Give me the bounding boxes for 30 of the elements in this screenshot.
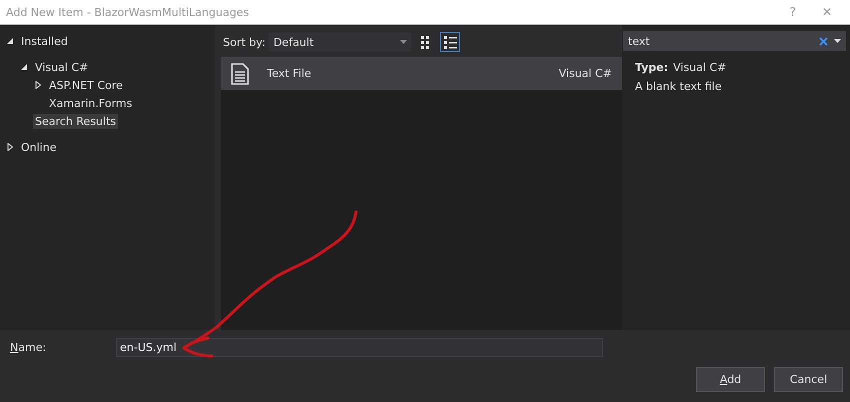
list-view-button[interactable] <box>440 32 460 52</box>
sort-label: Sort by: <box>223 36 266 48</box>
dropdown-caret-icon[interactable] <box>834 39 841 43</box>
tree-item[interactable]: Xamarin.Forms <box>47 96 134 110</box>
tree-item[interactable]: Online <box>19 140 58 154</box>
name-field[interactable]: en-US.yml <box>116 338 603 357</box>
search-field[interactable]: text <box>623 31 846 51</box>
document-icon <box>231 62 249 84</box>
collapsed-icon[interactable] <box>34 81 42 89</box>
add-button[interactable]: Add <box>696 367 765 392</box>
name-label: Name: <box>9 341 48 354</box>
expanded-icon[interactable] <box>20 63 28 71</box>
template-name: Text File <box>267 67 312 80</box>
expanded-icon[interactable] <box>6 37 14 45</box>
cancel-button[interactable]: Cancel <box>774 367 843 392</box>
sort-dropdown[interactable]: Default <box>269 33 412 51</box>
window-title: Add New Item - BlazorWasmMultiLanguages <box>6 6 249 18</box>
list-icon <box>442 34 458 50</box>
template-language: Visual C# <box>558 67 612 80</box>
tree-item[interactable]: Installed <box>19 34 70 48</box>
type-label: Type: <box>635 61 668 74</box>
template-description: A blank text file <box>634 80 723 93</box>
tree-item[interactable]: Search Results <box>33 114 118 128</box>
template-row[interactable]: Text File Visual C# <box>221 57 622 90</box>
collapsed-icon[interactable] <box>6 143 14 151</box>
tree-item[interactable]: ASP.NET Core <box>47 78 125 92</box>
clear-icon[interactable] <box>819 36 828 46</box>
dropdown-caret-icon[interactable] <box>400 40 408 44</box>
tree-item[interactable]: Visual C# <box>33 60 90 74</box>
type-value: Visual C# <box>673 61 726 74</box>
